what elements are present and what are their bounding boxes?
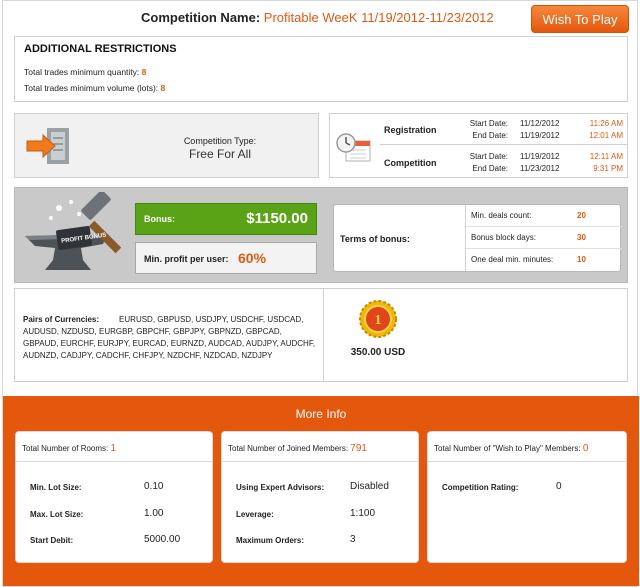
- wish-count-value: 0: [582, 443, 589, 454]
- competition-type-panel: Competition Type: Free For All: [14, 113, 319, 178]
- competition-start-time: 12:11 AM: [589, 152, 623, 161]
- competition-type-value: Free For All: [188, 147, 251, 161]
- wish-card-header: Total Number of "Wish to Play" Members: …: [428, 432, 626, 462]
- bonus-panel: PROFIT BONUS Bonus: $1150.00 Min. profit…: [14, 187, 628, 283]
- card-item-label: Maximum Orders:: [236, 536, 305, 545]
- min-quantity-row: Total trades minimum quantity: 8: [24, 67, 146, 77]
- medal-number: 1: [375, 313, 382, 328]
- currency-pairs-panel: Pairs of Currencies: EURUSD, GBPUSD, USD…: [14, 288, 628, 382]
- min-quantity-value: 8: [141, 67, 147, 77]
- more-info-heading: More Info: [295, 407, 347, 421]
- members-count-row: Total Number of Joined Members: 791: [228, 443, 367, 454]
- members-count-label: Total Number of Joined Members:: [228, 444, 349, 453]
- registration-end-label: End Date:: [472, 131, 508, 140]
- card-item-label: Max. Lot Size:: [30, 510, 84, 519]
- competition-start-date: 11/19/2012: [520, 152, 560, 161]
- min-profit-box: Min. profit per user: 60%: [135, 242, 317, 274]
- gold-medal-icon: 1: [359, 300, 397, 338]
- bonus-label: Bonus:: [144, 214, 175, 224]
- terms-row: Bonus block days: 30: [466, 227, 622, 249]
- competition-panel: Competition Name: Profitable WeeK 11/19/…: [2, 0, 639, 587]
- terms-row: One deal min. minutes: 10: [466, 249, 622, 271]
- rooms-count-label: Total Number of Rooms:: [22, 444, 109, 453]
- prize-amount: 350.00 USD: [350, 347, 406, 358]
- anvil-hammer-icon: PROFIT BONUS: [25, 192, 122, 270]
- rooms-count-value: 1: [110, 443, 117, 454]
- wish-count-label: Total Number of "Wish to Play" Members:: [434, 444, 581, 453]
- header: Competition Name: Profitable WeeK 11/19/…: [3, 1, 639, 37]
- members-card: Total Number of Joined Members: 791 Usin…: [221, 431, 419, 563]
- registration-section: Registration Start Date: 11/12/2012 11:2…: [380, 114, 628, 145]
- registration-start-label: Start Date:: [469, 119, 508, 128]
- min-profit-label: Min. profit per user:: [144, 254, 229, 264]
- card-item-value: 1.00: [144, 508, 164, 519]
- currency-pairs-label: Pairs of Currencies:: [23, 315, 100, 324]
- card-item-label: Competition Rating:: [442, 483, 519, 492]
- competition-dates-section: Competition Start Date: 11/19/2012 12:11…: [380, 146, 628, 177]
- registration-end-date: 11/19/2012: [520, 131, 560, 140]
- currency-pairs-text: Pairs of Currencies: EURUSD, GBPUSD, USD…: [23, 314, 319, 362]
- rooms-card: Total Number of Rooms: 1 Min. Lot Size: …: [15, 431, 213, 563]
- wish-to-play-button[interactable]: Wish To Play: [531, 5, 629, 33]
- rooms-card-header: Total Number of Rooms: 1: [16, 432, 212, 462]
- registration-label: Registration: [384, 125, 437, 135]
- more-info-section: More Info Total Number of Rooms: 1 Min. …: [3, 396, 639, 586]
- min-volume-label: Total trades minimum volume (lots):: [24, 83, 159, 93]
- card-item-value: 0: [556, 481, 562, 492]
- members-count-value: 791: [350, 443, 367, 454]
- rooms-count-row: Total Number of Rooms: 1: [22, 443, 116, 454]
- schedule-panel: Registration Start Date: 11/12/2012 11:2…: [329, 113, 628, 178]
- wish-to-play-card: Total Number of "Wish to Play" Members: …: [427, 431, 627, 563]
- arrow-into-document-icon: [26, 128, 69, 164]
- terms-of-bonus-box: Terms of bonus: Min. deals count: 20 Bon…: [333, 204, 622, 272]
- restrictions-heading: ADDITIONAL RESTRICTIONS: [24, 43, 177, 55]
- card-item-value: 3: [350, 534, 356, 545]
- bonus-amount-box: Bonus: $1150.00: [135, 203, 317, 235]
- registration-start-time: 11:26 AM: [589, 119, 623, 128]
- wish-count-row: Total Number of "Wish to Play" Members: …: [434, 443, 588, 454]
- competition-name-value: Profitable WeeK 11/19/2012-11/23/2012: [263, 10, 494, 25]
- terms-row-label: Min. deals count:: [471, 211, 532, 220]
- competition-start-label: Start Date:: [469, 152, 508, 161]
- competition-type-label: Competition Type:: [183, 136, 257, 146]
- pairs-divider: [323, 289, 324, 381]
- terms-row-value: 10: [577, 255, 586, 264]
- card-item-label: Using Expert Advisors:: [236, 483, 325, 492]
- terms-row-label: One deal min. minutes:: [471, 255, 554, 264]
- registration-start-date: 11/12/2012: [520, 119, 560, 128]
- members-card-header: Total Number of Joined Members: 791: [222, 432, 418, 462]
- card-item-value: 1:100: [350, 508, 376, 519]
- terms-table: Min. deals count: 20 Bonus block days: 3…: [465, 205, 622, 271]
- competition-end-label: End Date:: [472, 164, 508, 173]
- min-profit-value: 60%: [238, 250, 267, 266]
- terms-row-label: Bonus block days:: [471, 233, 536, 242]
- min-volume-value: 8: [160, 83, 166, 93]
- terms-row: Min. deals count: 20: [466, 205, 622, 227]
- terms-row-value: 20: [577, 211, 586, 220]
- competition-dates-label: Competition: [384, 158, 437, 168]
- card-item-value: 0.10: [144, 481, 164, 492]
- competition-title: Competition Name: Profitable WeeK 11/19/…: [141, 10, 494, 25]
- terms-of-bonus-label: Terms of bonus:: [340, 234, 410, 244]
- min-volume-row: Total trades minimum volume (lots): 8: [24, 83, 165, 93]
- additional-restrictions: ADDITIONAL RESTRICTIONS Total trades min…: [14, 36, 628, 102]
- registration-end-time: 12:01 AM: [589, 131, 623, 140]
- competition-end-time: 9:31 PM: [593, 164, 623, 173]
- card-item-label: Min. Lot Size:: [30, 483, 82, 492]
- card-item-label: Leverage:: [236, 510, 274, 519]
- terms-row-value: 30: [577, 233, 586, 242]
- competition-end-date: 11/23/2012: [520, 164, 560, 173]
- clock-calendar-icon: [336, 133, 371, 162]
- card-item-value: Disabled: [350, 481, 389, 492]
- bonus-value: $1150.00: [246, 210, 308, 227]
- card-item-label: Start Debit:: [30, 536, 74, 545]
- card-item-value: 5000.00: [144, 534, 181, 545]
- competition-name-label: Competition Name:: [141, 10, 261, 25]
- min-quantity-label: Total trades minimum quantity:: [24, 67, 140, 77]
